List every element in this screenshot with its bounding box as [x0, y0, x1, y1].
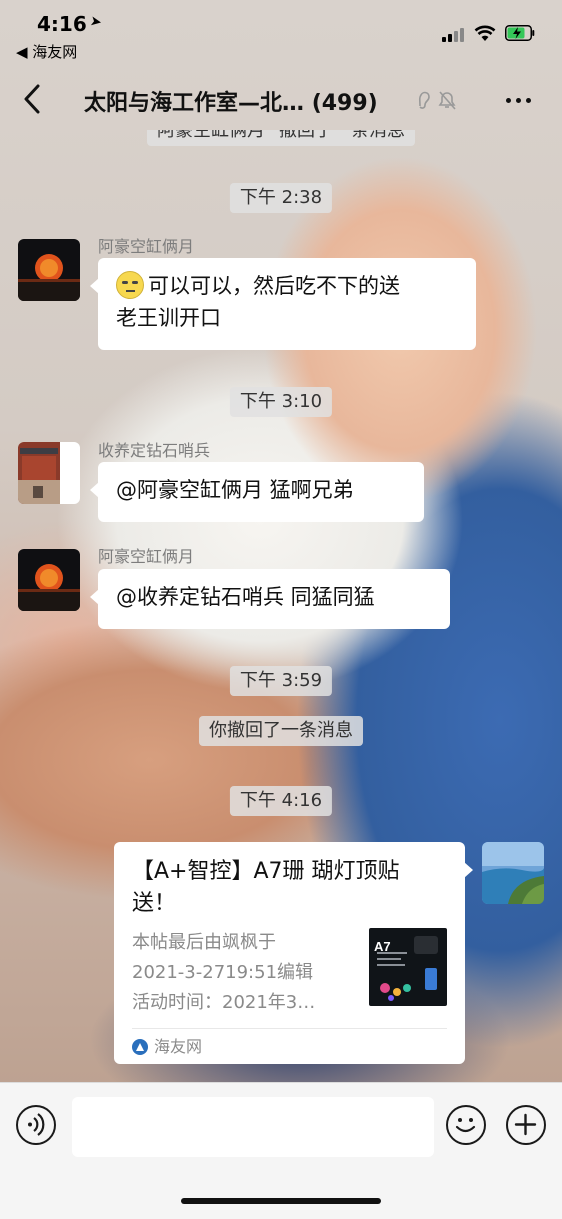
back-chevron-icon[interactable]: [18, 82, 44, 116]
timestamp-divider: 下午 2:38: [229, 183, 333, 213]
recall-notice-partial: 阿豪空缸俩月" 撤回了一条消息: [147, 130, 415, 146]
link-card-thumbnail: A7: [369, 928, 447, 1006]
message-list[interactable]: 阿豪空缸俩月" 撤回了一条消息 下午 2:38 阿豪空缸俩月 可以可以，然后吃不…: [0, 130, 562, 1082]
cellular-signal-icon: [442, 26, 468, 42]
message-text-line1: 可以可以，然后吃不下的送: [148, 274, 400, 298]
sender-name: 收养定钻石哨兵: [98, 441, 211, 460]
member-count: (499): [311, 91, 378, 116]
location-arrow-icon: ➤: [88, 13, 104, 31]
status-time: 4:16: [37, 12, 87, 36]
chat-name: 太阳与海工作室—北…: [84, 91, 305, 116]
link-card-bubble[interactable]: 【A+智控】A7珊 瑚灯顶贴 送！ 本帖最后由飒枫于 2021-3-2719:5…: [114, 842, 473, 1065]
home-indicator[interactable]: [181, 1198, 381, 1204]
desc-line: 2021-3-2719:51编辑: [132, 962, 314, 983]
link-card-title: 【A+智控】A7珊 瑚灯顶贴 送！: [132, 856, 447, 920]
message-text: @阿豪空缸俩月 猛啊兄弟: [116, 478, 354, 502]
recall-notice: 你撤回了一条消息: [199, 716, 363, 746]
my-avatar-seaside[interactable]: [482, 842, 544, 904]
thumbnail-label: A7: [374, 939, 391, 954]
sender-name: 阿豪空缸俩月: [98, 237, 195, 256]
plus-icon: [514, 1113, 537, 1136]
unamused-face-emoji-icon: [116, 271, 144, 299]
battery-charging-icon: [505, 25, 535, 41]
emoji-button[interactable]: [446, 1105, 486, 1145]
voice-input-button[interactable]: [16, 1105, 56, 1145]
smiley-icon: [455, 1118, 476, 1133]
avatar-sunset[interactable]: [18, 549, 80, 611]
earpiece-and-mute-icons: [418, 91, 456, 110]
message-text-line2: 老王训开口: [116, 306, 221, 330]
earpiece-icon: [418, 91, 430, 109]
timestamp-divider: 下午 3:10: [229, 387, 333, 417]
desc-line: 活动时间：2021年3…: [132, 992, 316, 1013]
back-to-app-link[interactable]: ◀ 海友网: [16, 41, 77, 62]
mute-bell-icon: [438, 91, 456, 110]
source-name: 海友网: [154, 1037, 203, 1056]
more-functions-button[interactable]: [506, 1105, 546, 1145]
message-bubble[interactable]: @阿豪空缸俩月 猛啊兄弟: [90, 462, 424, 522]
status-bar: 4:16 ➤ ◀ 海友网: [0, 0, 562, 70]
link-card-source: 海友网: [132, 1029, 447, 1065]
message-input[interactable]: [72, 1097, 434, 1157]
more-options-button[interactable]: [504, 88, 534, 112]
voice-icon: [28, 1113, 45, 1136]
sender-name: 阿豪空缸俩月: [98, 547, 195, 566]
chat-header: 太阳与海工作室—北… (499): [0, 70, 562, 130]
timestamp-divider: 下午 3:59: [229, 666, 333, 696]
source-logo-icon: [132, 1039, 148, 1055]
chat-title: 太阳与海工作室—北… (499): [84, 85, 414, 117]
link-card-description: 本帖最后由飒枫于 2021-3-2719:51编辑 活动时间：2021年3…: [132, 928, 362, 1018]
link-card-title-line1: 【A+智控】A7珊 瑚灯顶贴: [132, 859, 400, 884]
message-bubble[interactable]: @收养定钻石哨兵 同猛同猛: [90, 569, 450, 629]
avatar-sunset[interactable]: [18, 239, 80, 301]
message-text: @收养定钻石哨兵 同猛同猛: [116, 585, 375, 609]
desc-line: 本帖最后由飒枫于: [132, 932, 276, 953]
timestamp-divider: 下午 4:16: [229, 786, 333, 816]
message-bubble[interactable]: 可以可以，然后吃不下的送 老王训开口: [90, 258, 476, 350]
wifi-icon: [474, 25, 496, 41]
avatar-palace[interactable]: [18, 442, 80, 504]
link-card-title-line2: 送！: [132, 891, 177, 916]
link-card-body: 本帖最后由飒枫于 2021-3-2719:51编辑 活动时间：2021年3… A…: [132, 928, 447, 1018]
